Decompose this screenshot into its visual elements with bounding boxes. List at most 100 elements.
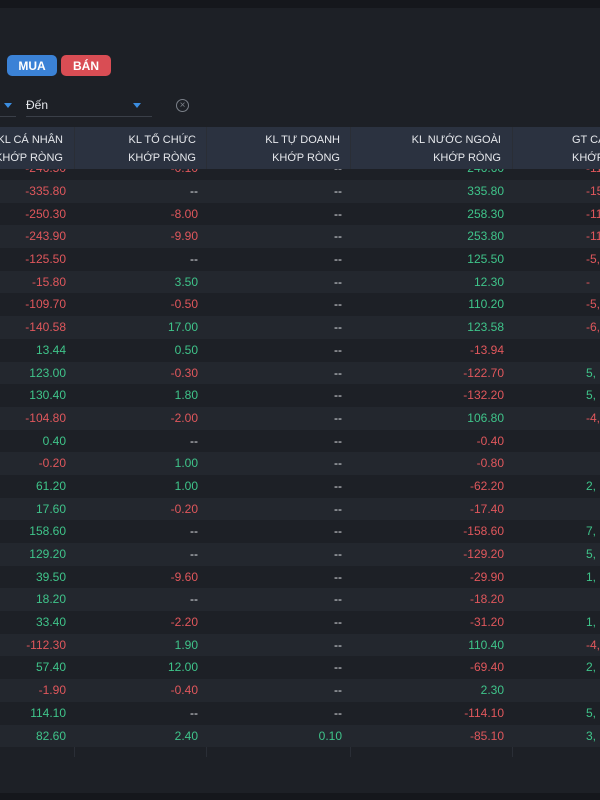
table-cell: --: [334, 184, 342, 198]
table-row[interactable]: -15.80 3.50 -- 12.30 -: [0, 270, 600, 294]
table-cell: 0.10: [318, 728, 342, 743]
table-row[interactable]: 0.40 -- -- -0.40: [0, 429, 600, 453]
table-cell: 2.30: [480, 683, 504, 698]
table-row[interactable]: 39.50 -9.60 -- -29.90 1,: [0, 565, 600, 589]
to-dropdown-chevron-icon[interactable]: [133, 103, 141, 108]
table-cell: -243.90: [25, 229, 66, 244]
table-row[interactable]: 82.60 2.40 0.10 -85.10 3,: [0, 724, 600, 748]
table-row[interactable]: -104.80 -2.00 -- 106.80 -4,: [0, 406, 600, 430]
table-cell: --: [334, 274, 342, 289]
table-cell: 17.00: [167, 320, 198, 335]
table-cell: -0.20: [38, 456, 66, 471]
table-cell: 253.80: [467, 229, 504, 244]
table-cell: 246.60: [467, 169, 504, 174]
table-cell: -15.80: [31, 274, 66, 289]
table-cell: --: [190, 252, 198, 267]
table-cell: --: [190, 524, 198, 539]
table-cell: 33.40: [35, 615, 66, 630]
table-cell: 129.20: [29, 547, 66, 561]
clear-icon[interactable]: ×: [176, 99, 189, 112]
table-cell: -132.20: [463, 388, 504, 403]
top-bar: [0, 0, 600, 8]
table-cell: --: [334, 320, 342, 335]
sell-button[interactable]: BÁN: [61, 55, 111, 76]
header-institution[interactable]: KL TỔ CHỨC KHỚP RÒNG: [128, 127, 196, 169]
table-row[interactable]: 129.20 -- -- -129.20 5,: [0, 543, 600, 566]
table-row[interactable]: -335.80 -- -- 335.80 -15,: [0, 180, 600, 203]
table-cell: 82.60: [35, 728, 66, 743]
table-row[interactable]: -125.50 -- -- 125.50 -5,: [0, 248, 600, 271]
from-dropdown[interactable]: [0, 116, 16, 117]
table-cell: --: [334, 410, 342, 425]
table-row[interactable]: 17.60 -0.20 -- -17.40: [0, 497, 600, 521]
table-cell: -104.80: [25, 410, 66, 425]
table-cell: --: [334, 229, 342, 244]
table-cell: -15,: [586, 184, 600, 198]
to-dropdown[interactable]: [26, 116, 152, 117]
table-cell: 5,: [586, 547, 597, 561]
from-dropdown-chevron-icon[interactable]: [4, 103, 12, 108]
header-individual[interactable]: KL CÁ NHÂN KHỚP RÒNG: [0, 127, 63, 169]
table-cell: -1.90: [38, 683, 66, 698]
table-cell: 1.00: [174, 456, 198, 471]
table-row[interactable]: 18.20 -- -- -18.20: [0, 588, 600, 612]
table-cell: 335.80: [467, 184, 504, 198]
table-cell: --: [334, 592, 342, 607]
table-row[interactable]: 114.10 -- -- -114.10 5,: [0, 701, 600, 725]
table-cell: -9.60: [170, 569, 198, 584]
table-cell: 17.60: [35, 501, 66, 516]
table-cell: -11,: [586, 229, 600, 244]
table-row[interactable]: 61.20 1.00 -- -62.20 2,: [0, 474, 600, 498]
table-body: -246.50-0.10--246.60-11, -335.80 -- -- 335.8…: [0, 169, 600, 748]
table-row[interactable]: 130.40 1.80 -- -132.20 5,: [0, 384, 600, 407]
table-cell: -31.20: [469, 615, 504, 630]
table-cell: -29.90: [469, 569, 504, 584]
header-foreign[interactable]: KL NƯỚC NGOÀI KHỚP RÒNG: [412, 127, 501, 169]
table-cell: 61.20: [35, 478, 66, 493]
table-cell: -129.20: [463, 547, 504, 561]
table-cell: 258.30: [467, 206, 504, 221]
buy-button[interactable]: MUA: [7, 55, 57, 76]
table-cell: -0.20: [170, 501, 198, 516]
table-cell: --: [190, 705, 198, 720]
table-row[interactable]: -246.50 -0.10 -- 246.60 -11,: [0, 169, 600, 180]
table-cell: -18.20: [469, 592, 504, 607]
table-cell: --: [190, 547, 198, 561]
table-cell: -109.70: [25, 297, 66, 312]
to-dropdown-label[interactable]: Đến: [26, 98, 48, 112]
table-row[interactable]: -140.58 17.00 -- 123.58 -6,: [0, 316, 600, 339]
table-row[interactable]: 13.44 0.50 -- -13.94: [0, 338, 600, 362]
table-row[interactable]: 33.40 -2.20 -- -31.20 1,: [0, 611, 600, 634]
bottom-bar: [0, 793, 600, 800]
table-cell: -0.10: [171, 169, 198, 174]
table-cell: 123.58: [467, 320, 504, 335]
table-cell: -2.00: [170, 410, 198, 425]
header-individual-value[interactable]: GT CÁKHỚP: [572, 127, 600, 169]
table-cell: 5,: [586, 365, 597, 380]
table-row[interactable]: -1.90 -0.40 -- 2.30: [0, 679, 600, 702]
table-cell: 3,: [586, 728, 597, 743]
table-cell: 2.40: [174, 728, 198, 743]
table-cell: --: [334, 206, 342, 221]
table-cell: --: [334, 478, 342, 493]
table-cell: 3.50: [174, 274, 198, 289]
table-row[interactable]: -112.30 1.90 -- 110.40 -4,: [0, 633, 600, 657]
table-cell: --: [190, 433, 198, 448]
table-cell: 110.40: [468, 637, 504, 652]
table-cell: -8.00: [170, 206, 198, 221]
table-header: KL CÁ NHÂN KHỚP RÒNG KL TỔ CHỨC KHỚP RÒNG …: [0, 127, 600, 169]
table-row[interactable]: -109.70 -0.50 -- 110.20 -5,: [0, 293, 600, 317]
table-cell: --: [334, 547, 342, 561]
table-cell: -335.80: [25, 184, 66, 198]
table-row[interactable]: -0.20 1.00 -- -0.80: [0, 452, 600, 475]
table-row[interactable]: -243.90 -9.90 -- 253.80 -11,: [0, 225, 600, 249]
header-proprietary[interactable]: KL TỰ DOANH KHỚP RÒNG: [265, 127, 340, 169]
table-cell: --: [334, 705, 342, 720]
table-cell: 57.40: [35, 660, 66, 675]
table-row[interactable]: 57.40 12.00 -- -69.40 2,: [0, 656, 600, 680]
table-row[interactable]: 123.00 -0.30 -- -122.70 5,: [0, 361, 600, 385]
table-cell: -5,: [586, 297, 600, 312]
table-cell: --: [334, 683, 342, 698]
table-row[interactable]: 158.60 -- -- -158.60 7,: [0, 520, 600, 543]
table-row[interactable]: -250.30 -8.00 -- 258.30 -11,: [0, 202, 600, 226]
